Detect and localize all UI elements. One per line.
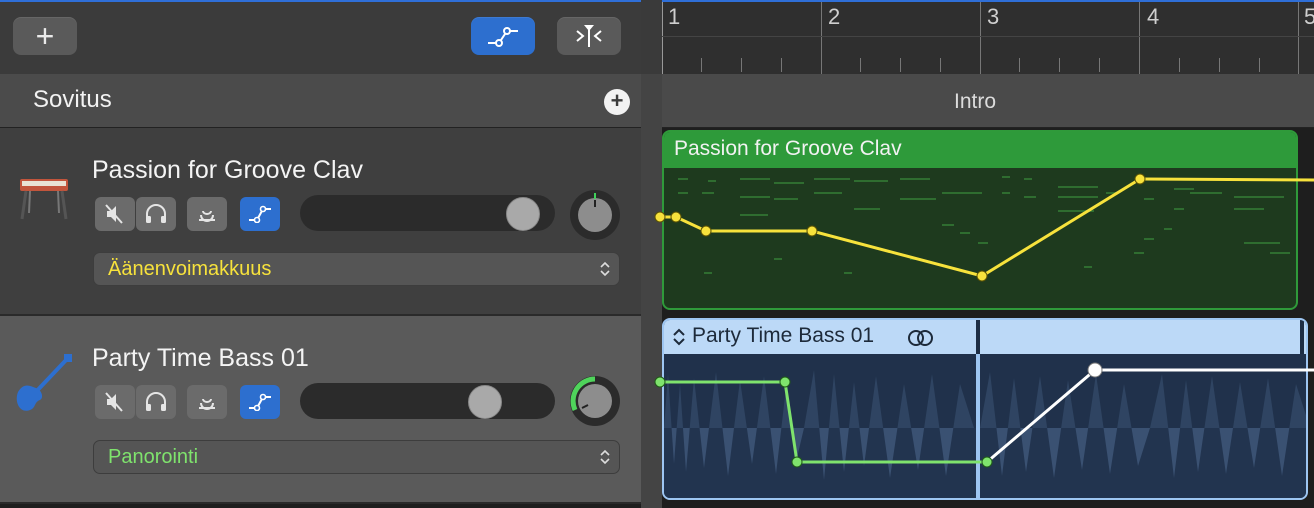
mute-button[interactable] — [95, 197, 135, 231]
playhead-icon — [576, 25, 602, 47]
ruler-bar-number: 3 — [987, 4, 1000, 29]
ruler-bar-number: 4 — [1147, 4, 1160, 29]
ruler-beat-tick — [1259, 58, 1260, 72]
automation-parameter-label: Äänenvoimakkuus — [108, 257, 272, 280]
ruler-beat-tick — [741, 58, 742, 72]
ruler-bar-line — [821, 2, 822, 74]
speaker-muted-icon — [105, 392, 123, 412]
updown-chevron-icon — [673, 328, 685, 346]
region-header: Passion for Groove Clav — [664, 132, 1296, 168]
volume-slider[interactable] — [300, 383, 555, 419]
plus-icon: + — [35, 18, 55, 54]
track-name[interactable]: Party Time Bass 01 — [92, 344, 309, 373]
ruler-beat-tick — [940, 58, 941, 72]
headphones-icon — [146, 392, 166, 411]
ruler-bar-line — [1139, 2, 1140, 74]
ruler-beat-tick — [1059, 58, 1060, 72]
automation-icon — [249, 393, 271, 411]
ruler-beat-tick — [1179, 58, 1180, 72]
pan-knob-dial — [578, 193, 612, 232]
ruler-bar-line — [1298, 2, 1299, 74]
automation-point-selected[interactable] — [1087, 362, 1103, 378]
volume-automation-curve — [654, 173, 1314, 282]
track-automation-button[interactable] — [240, 385, 280, 419]
loop-link-icon — [908, 330, 933, 346]
add-track-button[interactable]: + — [13, 17, 77, 55]
automation-point[interactable] — [981, 456, 993, 468]
ruler-beat-tick — [900, 58, 901, 72]
plus-circle-icon: + — [610, 88, 624, 113]
speaker-muted-icon — [105, 204, 123, 224]
ruler-beat-tick — [860, 58, 861, 72]
ruler-beat-tick — [701, 58, 702, 72]
monitoring-icon — [199, 210, 215, 222]
ruler-bar-number: 2 — [828, 4, 841, 29]
pan-automation-curve — [654, 362, 1314, 468]
region-split — [1300, 320, 1304, 354]
keyboard-instrument-icon — [20, 179, 68, 220]
pan-knob[interactable] — [570, 190, 620, 240]
ruler-bar-number: 1 — [668, 4, 681, 29]
input-monitor-button[interactable] — [187, 385, 227, 419]
automation-point[interactable] — [779, 376, 791, 388]
automation-point[interactable] — [654, 376, 666, 388]
pan-knob[interactable] — [570, 376, 620, 426]
catch-playhead-button[interactable] — [557, 17, 621, 55]
automation-point[interactable] — [670, 211, 682, 223]
automation-icon — [488, 27, 518, 47]
automation-point[interactable] — [700, 225, 712, 237]
volume-slider-thumb[interactable] — [505, 197, 540, 231]
updown-chevron-icon — [600, 449, 610, 465]
arrangement-section-intro[interactable]: Intro — [954, 90, 996, 114]
automation-toggle-button[interactable] — [471, 17, 535, 55]
solo-button[interactable] — [136, 385, 176, 419]
ruler-bar-number: 5 — [1304, 4, 1314, 29]
automation-point[interactable] — [791, 456, 803, 468]
automation-point[interactable] — [806, 225, 818, 237]
bass-guitar-icon — [16, 354, 72, 411]
ruler-beat-tick — [1219, 58, 1220, 72]
pan-knob-dial — [570, 376, 612, 418]
region-title: Passion for Groove Clav — [674, 137, 902, 160]
add-section-button[interactable]: + — [604, 89, 630, 115]
arrangement-label: Sovitus — [33, 86, 112, 113]
region-header: Party Time Bass 01 — [664, 320, 1306, 354]
track-automation-button[interactable] — [240, 197, 280, 231]
ruler-beat-tick — [781, 58, 782, 72]
input-monitor-button[interactable] — [187, 197, 227, 231]
headphones-icon — [146, 204, 166, 223]
monitoring-icon — [199, 398, 215, 410]
timeline-ruler[interactable]: 1 2 3 4 5 — [662, 2, 1314, 74]
automation-icon — [249, 205, 271, 223]
tracks-header — [0, 2, 641, 74]
track-name[interactable]: Passion for Groove Clav — [92, 156, 363, 185]
automation-point[interactable] — [1134, 173, 1146, 185]
automation-parameter-dropdown[interactable]: Panorointi — [93, 440, 620, 474]
ruler-bar-line — [980, 2, 981, 74]
region-title: Party Time Bass 01 — [692, 324, 875, 347]
ruler-separator — [662, 36, 1314, 37]
ruler-beat-tick — [1019, 58, 1020, 72]
ruler-beat-tick — [1099, 58, 1100, 72]
region-split — [976, 320, 980, 354]
automation-point[interactable] — [654, 211, 666, 223]
ruler-bar-line — [662, 2, 663, 74]
automation-parameter-label: Panorointi — [108, 445, 199, 468]
updown-chevron-icon — [600, 261, 610, 277]
automation-point[interactable] — [976, 270, 988, 282]
automation-parameter-dropdown[interactable]: Äänenvoimakkuus — [93, 252, 620, 286]
solo-button[interactable] — [136, 197, 176, 231]
mute-button[interactable] — [95, 385, 135, 419]
